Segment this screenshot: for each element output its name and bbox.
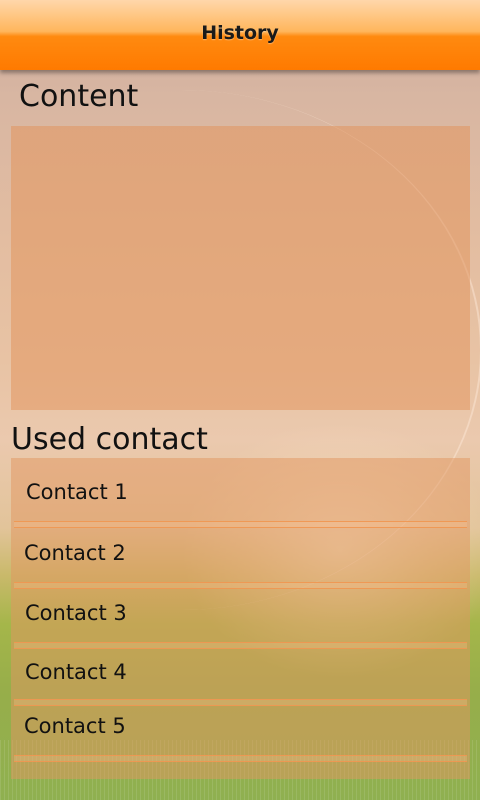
- history-screen: History Content Used contact Contact 1 C…: [0, 0, 480, 800]
- used-contact-list: Contact 1 Contact 2 Contact 3 Contact 4 …: [11, 458, 470, 779]
- contact-list-item-3[interactable]: Contact 3: [11, 588, 470, 644]
- page-title: History: [201, 22, 279, 44]
- list-divider: [14, 521, 467, 528]
- contact-list-item-5[interactable]: Contact 5: [11, 703, 470, 759]
- contact-label: Contact 1: [26, 480, 128, 504]
- content-area[interactable]: [11, 126, 470, 410]
- used-contact-heading: Used contact: [11, 422, 208, 457]
- contact-label: Contact 4: [25, 660, 127, 684]
- contact-label: Contact 2: [24, 541, 126, 565]
- contact-list-item-2[interactable]: Contact 2: [11, 528, 470, 584]
- content-heading: Content: [19, 79, 139, 114]
- list-divider: [14, 755, 467, 762]
- contact-list-item-4[interactable]: Contact 4: [11, 647, 470, 703]
- contact-list-item-1[interactable]: Contact 1: [11, 466, 470, 522]
- title-bar: History: [0, 0, 480, 70]
- contact-label: Contact 3: [25, 601, 127, 625]
- contact-label: Contact 5: [24, 714, 126, 738]
